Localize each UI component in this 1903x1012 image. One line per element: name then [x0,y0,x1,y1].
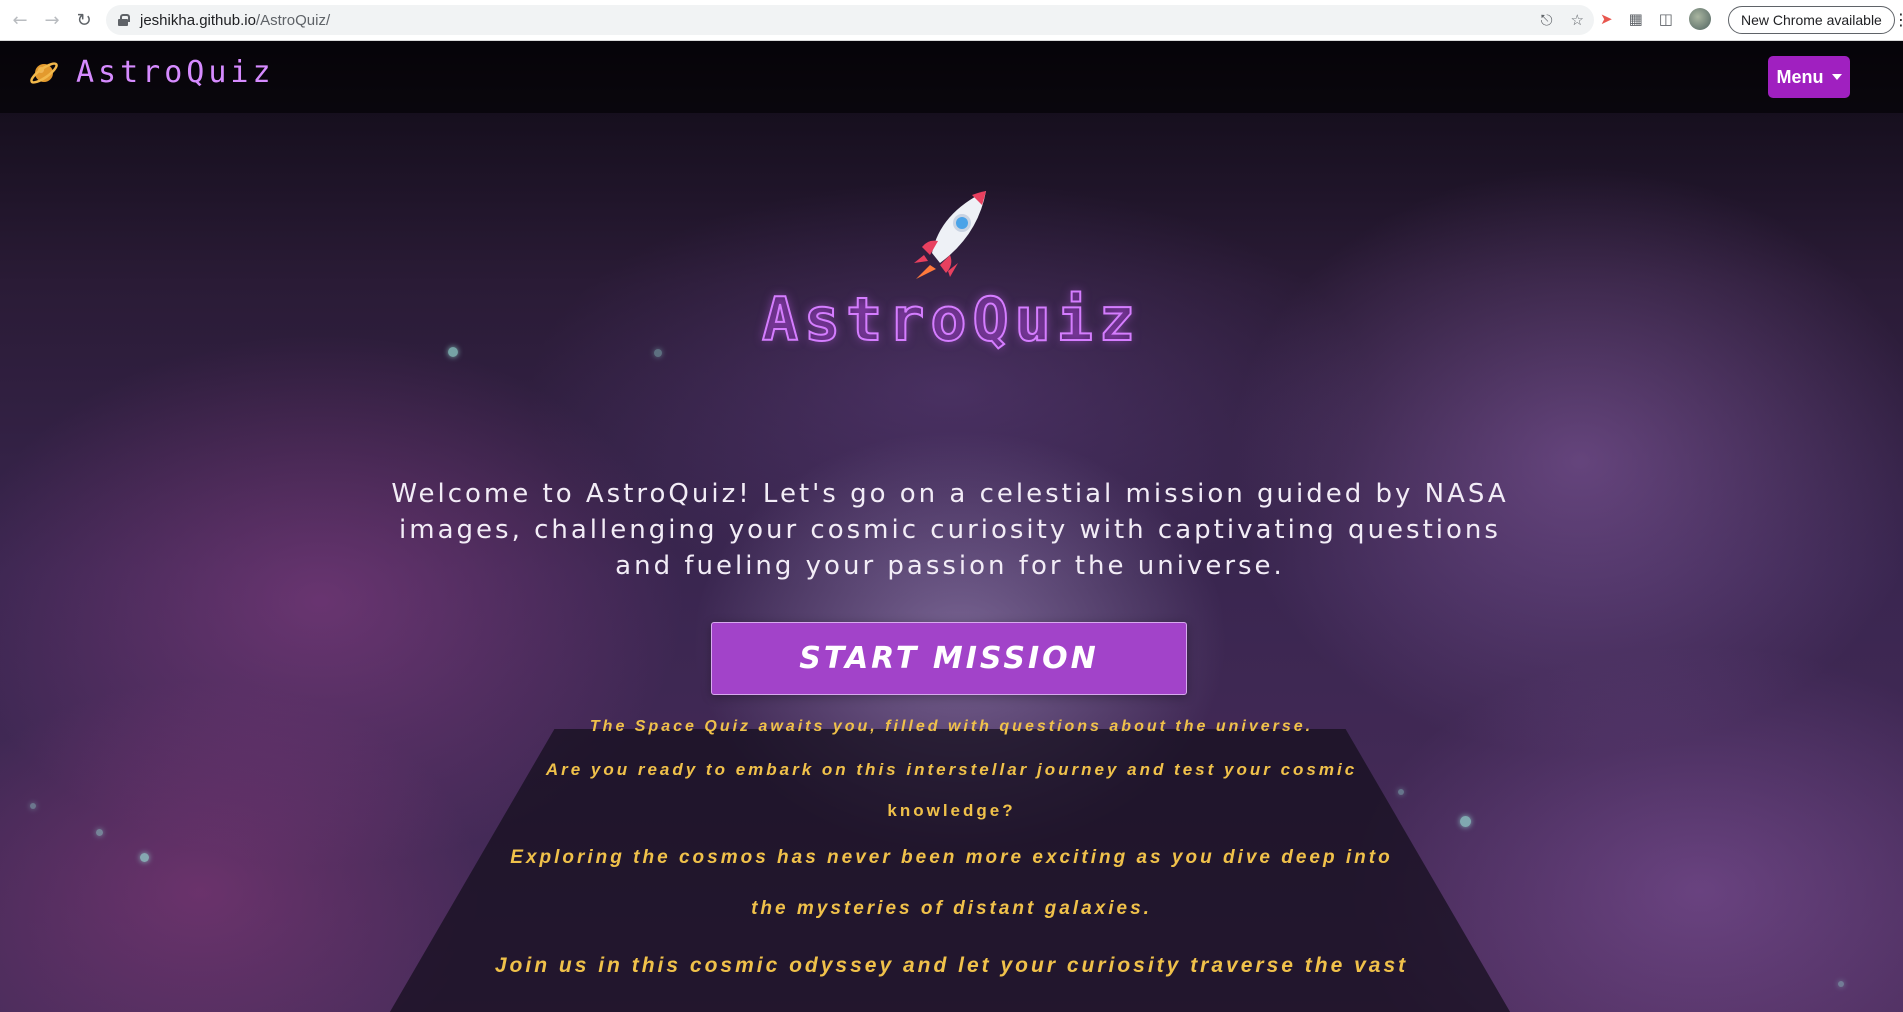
address-bar[interactable]: jeshikha.github.io/AstroQuiz/ ⎋ ☆ [106,5,1594,35]
caret-down-icon [1831,74,1842,80]
browser-toolbar: ← → ↻ jeshikha.github.io/AstroQuiz/ ⎋ ☆ … [0,0,1903,41]
lock-icon[interactable] [118,14,130,26]
crawl-line: the mysteries of distant galaxies. [751,898,1152,919]
bookmark-star-icon[interactable]: ☆ [1571,11,1584,29]
more-menu-icon[interactable]: ⋮ [1893,10,1903,29]
star-decoration [1398,789,1404,795]
page-background: AstroQuiz Menu AstroQuiz Welcome to Astr… [0,41,1903,1012]
profile-avatar[interactable] [1688,8,1711,30]
crawl-line: Exploring the cosmos has never been more… [510,847,1393,868]
welcome-text: Welcome to AstroQuiz! Let's go on a cele… [391,479,1509,581]
menu-dropdown-button[interactable]: Menu [1768,56,1850,98]
start-mission-button[interactable]: START MISSION [711,622,1187,695]
brand-name[interactable]: AstroQuiz [76,55,275,90]
crawl-line: The Space Quiz awaits you, filled with q… [589,718,1314,735]
share-icon[interactable]: ⎋ [1541,11,1553,29]
hero-title: AstroQuiz [761,284,1142,356]
forward-icon[interactable]: → [40,8,64,32]
ringed-planet-icon [30,61,58,84]
rocket-icon [914,191,986,279]
back-icon[interactable]: ← [8,8,32,32]
star-decoration [1838,981,1844,987]
crawl-line: knowledge? [887,801,1016,820]
url-text[interactable]: jeshikha.github.io/AstroQuiz/ [140,12,330,29]
sidepanel-icon[interactable]: ◫ [1659,10,1673,28]
star-decoration [96,829,103,836]
update-chrome-button[interactable]: New Chrome available [1728,6,1895,34]
extension-icon[interactable]: ➤ [1600,10,1613,28]
top-navbar: AstroQuiz Menu [0,41,1903,113]
puzzle-icon[interactable]: ▦ [1629,10,1643,28]
menu-label: Menu [1776,66,1824,87]
crawl-line: Are you ready to embark on this interste… [545,760,1358,779]
brand-logo[interactable]: AstroQuiz [28,55,275,90]
crawl-line: Join us in this cosmic odyssey and let y… [494,954,1409,977]
reload-icon[interactable]: ↻ [72,8,96,32]
